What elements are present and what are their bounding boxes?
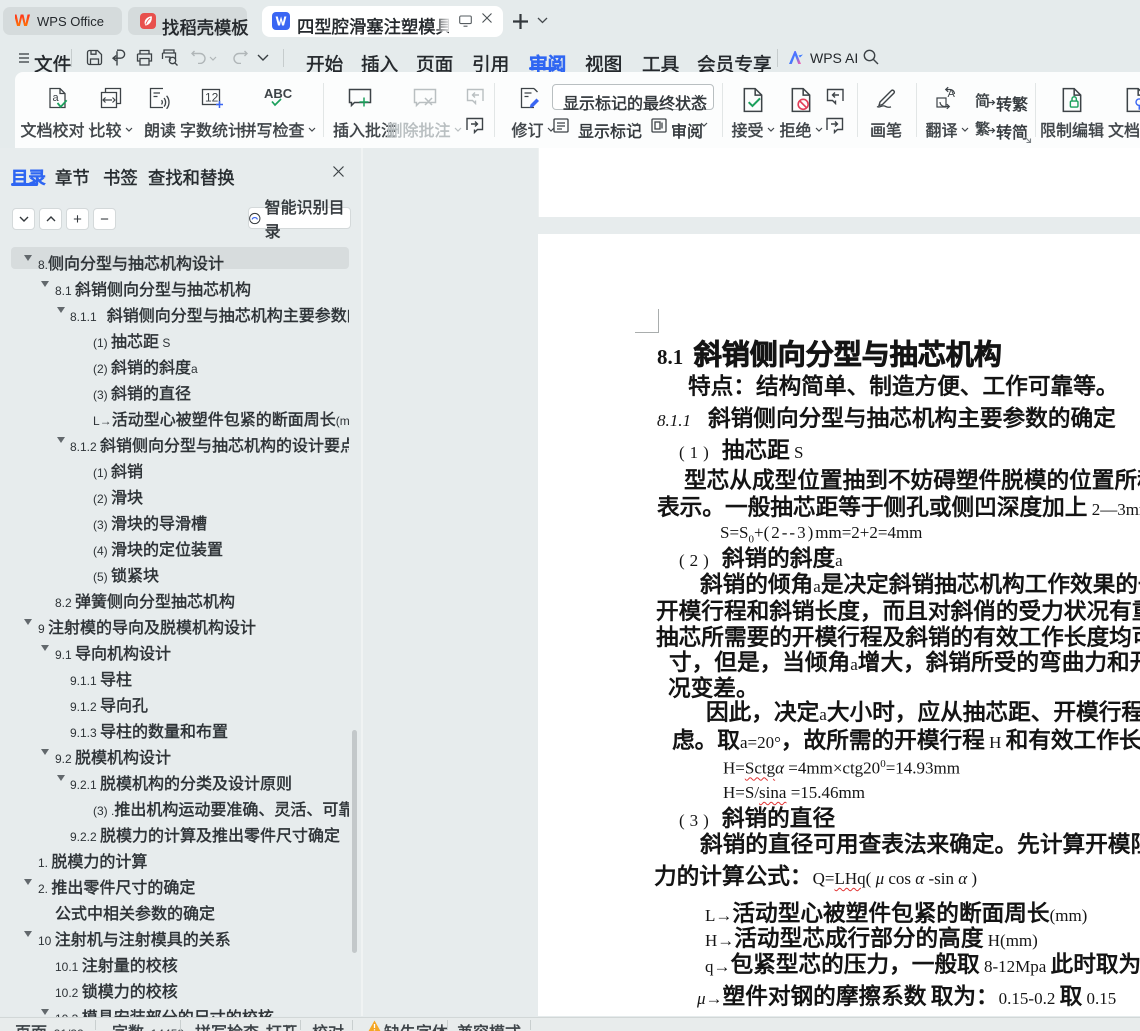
svg-text:W: W bbox=[15, 12, 31, 29]
svg-text:ABC: ABC bbox=[264, 87, 293, 101]
svg-text:12: 12 bbox=[205, 91, 219, 105]
svg-text:a: a bbox=[53, 92, 60, 104]
